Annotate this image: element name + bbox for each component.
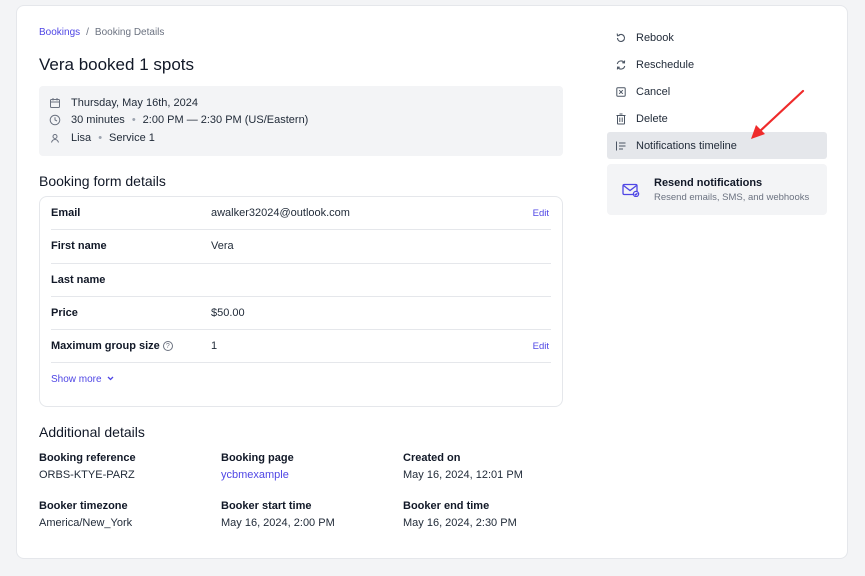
form-row-label: First name <box>51 240 107 253</box>
detail-label: Booker start time <box>221 500 312 512</box>
form-row-email: Email awalker32024@outlook.com Edit <box>51 197 551 231</box>
detail-label: Booking reference <box>39 452 136 464</box>
form-row-first-name: First name Vera <box>51 230 551 264</box>
detail-booking-reference: Booking reference ORBS-KTYE-PARZ <box>39 452 136 481</box>
summary-duration: 30 minutes <box>71 114 125 127</box>
form-row-value: $50.00 <box>211 307 245 320</box>
mail-resend-icon <box>622 183 640 197</box>
detail-value: America/New_York <box>39 517 133 529</box>
detail-booker-start-time: Booker start time May 16, 2024, 2:00 PM <box>221 500 335 529</box>
detail-booker-end-time: Booker end time May 16, 2024, 2:30 PM <box>403 500 517 529</box>
booking-form-details: Email awalker32024@outlook.com Edit Firs… <box>39 196 563 407</box>
breadcrumb-current: Booking Details <box>94 27 165 38</box>
detail-label: Booking page <box>221 452 294 464</box>
booking-form-section-title: Booking form details <box>39 173 166 189</box>
reschedule-icon <box>615 59 627 71</box>
form-row-label: Last name <box>51 273 106 286</box>
detail-booking-page: Booking page ycbmexample <box>221 452 294 481</box>
summary-service: Service 1 <box>109 131 155 144</box>
detail-booker-timezone: Booker timezone America/New_York <box>39 500 132 529</box>
summary-time: 2:00 PM — 2:30 PM (US/Eastern) <box>142 114 309 127</box>
rebook-icon <box>615 32 627 44</box>
help-icon[interactable]: ? <box>162 341 173 352</box>
user-icon <box>49 132 61 144</box>
detail-value: ORBS-KTYE-PARZ <box>39 469 135 481</box>
detail-created-on: Created on May 16, 2024, 12:01 PM <box>403 452 523 481</box>
detail-value: May 16, 2024, 2:30 PM <box>403 517 517 529</box>
booking-summary-panel: Thursday, May 16th, 2024 30 minutes • 2:… <box>39 86 563 156</box>
reschedule-label: Reschedule <box>636 58 695 71</box>
resend-text: Resend notifications Resend emails, SMS,… <box>654 177 809 203</box>
trash-icon <box>615 113 627 125</box>
detail-value: May 16, 2024, 2:00 PM <box>221 517 335 529</box>
edit-group-size-link[interactable]: Edit <box>533 341 549 352</box>
clock-icon <box>49 114 61 126</box>
form-row-max-group-size: Maximum group size ? 1 Edit <box>51 330 551 364</box>
resend-title: Resend notifications <box>654 176 763 189</box>
edit-email-link[interactable]: Edit <box>533 208 549 219</box>
rebook-label: Rebook <box>636 31 674 44</box>
page-title: Vera booked 1 spots <box>39 55 195 74</box>
form-row-label-wrap: Maximum group size ? <box>51 340 211 352</box>
annotation-arrow-icon <box>751 89 805 139</box>
summary-time-row: 30 minutes • 2:00 PM — 2:30 PM (US/Easte… <box>49 112 553 130</box>
summary-date: Thursday, May 16th, 2024 <box>71 96 198 109</box>
calendar-icon <box>49 97 61 109</box>
detail-value: May 16, 2024, 12:01 PM <box>403 469 523 481</box>
form-row-value: 1 <box>211 340 218 353</box>
form-row-value: awalker32024@outlook.com <box>211 207 350 220</box>
notifications-timeline-label: Notifications timeline <box>636 139 737 152</box>
form-row-label: Price <box>51 307 78 320</box>
booking-page-link[interactable]: ycbmexample <box>221 469 294 481</box>
rebook-button[interactable]: Rebook <box>607 24 827 51</box>
detail-label: Booker end time <box>403 500 490 512</box>
summary-staff-row: Lisa • Service 1 <box>49 129 553 147</box>
breadcrumb-bookings-link[interactable]: Bookings <box>39 27 80 38</box>
breadcrumb: Bookings / Booking Details <box>39 27 164 38</box>
resend-subtitle: Resend emails, SMS, and webhooks <box>654 191 810 203</box>
summary-separator: • <box>98 131 103 144</box>
additional-details-section-title: Additional details <box>39 424 145 440</box>
timeline-list-icon <box>615 140 627 152</box>
reschedule-button[interactable]: Reschedule <box>607 51 827 78</box>
form-row-label: Email <box>51 207 81 220</box>
summary-separator: • <box>131 114 136 127</box>
detail-label: Booker timezone <box>39 500 128 512</box>
detail-label: Created on <box>403 452 461 464</box>
show-more-button[interactable]: Show more <box>51 363 551 396</box>
summary-date-row: Thursday, May 16th, 2024 <box>49 94 553 112</box>
cancel-label: Cancel <box>636 85 671 98</box>
summary-staff: Lisa <box>71 131 92 144</box>
delete-label: Delete <box>636 112 668 125</box>
chevron-down-icon <box>106 374 115 386</box>
breadcrumb-separator: / <box>86 27 89 38</box>
form-row-value: Vera <box>211 240 234 253</box>
form-row-last-name: Last name <box>51 264 551 297</box>
form-row-price: Price $50.00 <box>51 297 551 331</box>
resend-notifications-button[interactable]: Resend notifications Resend emails, SMS,… <box>607 164 827 215</box>
show-more-label: Show more <box>51 374 102 386</box>
booking-details-card: Bookings / Booking Details Vera booked 1… <box>16 5 848 559</box>
cancel-icon <box>615 86 627 98</box>
form-row-label: Maximum group size <box>51 340 160 353</box>
